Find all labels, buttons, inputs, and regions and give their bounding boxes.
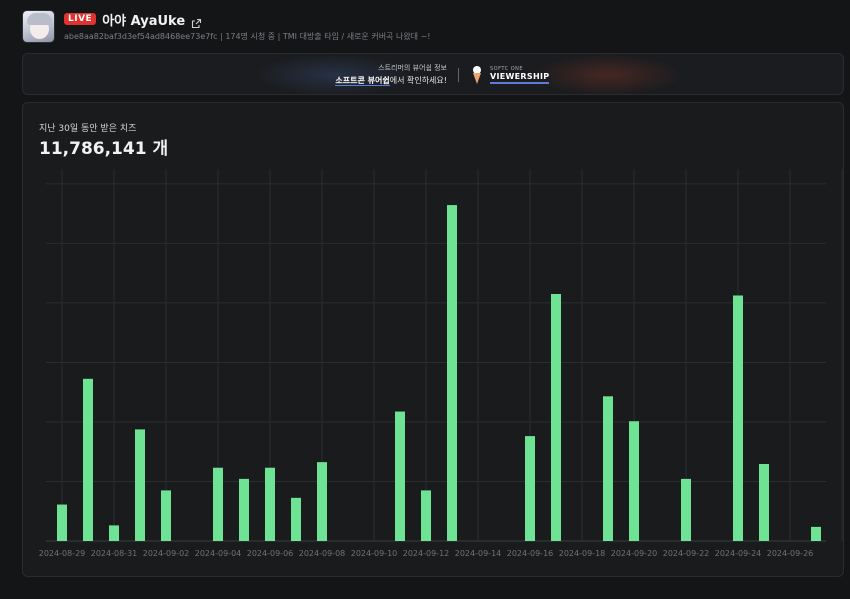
x-tick-label: 2024-09-06 bbox=[247, 549, 294, 558]
x-tick-label: 2024-09-18 bbox=[559, 549, 606, 558]
bar-2024-09-02[interactable] bbox=[161, 490, 171, 541]
bar-2024-09-08[interactable] bbox=[317, 462, 327, 541]
x-tick-label: 2024-09-02 bbox=[143, 549, 190, 558]
x-tick-label: 2024-09-26 bbox=[767, 549, 814, 558]
bar-2024-09-01[interactable] bbox=[135, 429, 145, 541]
channel-header: LIVE 아야 AyaUke abe8aa82baf3d3ef54ad8468e… bbox=[22, 10, 431, 44]
live-badge: LIVE bbox=[64, 13, 97, 25]
banner-text: 스트리머의 뷰어쉽 정보 소프트콘 뷰어쉽에서 확인하세요! bbox=[323, 63, 447, 86]
banner-divider bbox=[458, 68, 459, 82]
banner-glow bbox=[533, 54, 683, 94]
x-tick-label: 2024-09-08 bbox=[299, 549, 346, 558]
x-tick-label: 2024-09-16 bbox=[507, 549, 554, 558]
bar-2024-09-11[interactable] bbox=[395, 411, 405, 541]
bar-2024-09-12[interactable] bbox=[421, 490, 431, 541]
x-tick-label: 2024-09-12 bbox=[403, 549, 450, 558]
bar-2024-09-07[interactable] bbox=[291, 497, 301, 541]
bar-2024-08-29[interactable] bbox=[57, 504, 67, 541]
bar-2024-08-31[interactable] bbox=[109, 525, 119, 541]
viewership-banner[interactable]: 스트리머의 뷰어쉽 정보 소프트콘 뷰어쉽에서 확인하세요! SOFTC ONE… bbox=[22, 53, 844, 95]
bar-2024-09-20[interactable] bbox=[629, 421, 639, 541]
banner-line1: 스트리머의 뷰어쉽 정보 bbox=[378, 64, 447, 72]
bar-2024-09-16[interactable] bbox=[525, 436, 535, 541]
avatar[interactable] bbox=[22, 10, 55, 43]
x-tick-label: 2024-09-24 bbox=[715, 549, 762, 558]
banner-line2-rest: 에서 확인하세요! bbox=[389, 76, 447, 85]
channel-name[interactable]: 아야 AyaUke bbox=[102, 10, 185, 29]
cheese-bar-chart: 2024-08-29 2024-08-31 2024-09-02 2024-09-04… bbox=[39, 169, 843, 558]
x-tick-label: 2024-09-14 bbox=[455, 549, 502, 558]
bar-2024-09-17[interactable] bbox=[551, 293, 561, 541]
external-link-icon[interactable] bbox=[191, 14, 202, 28]
title-row: LIVE 아야 AyaUke bbox=[64, 10, 431, 29]
banner-highlight: 소프트콘 뷰어쉽 bbox=[335, 76, 390, 86]
bar-2024-09-04[interactable] bbox=[213, 467, 223, 541]
ice-cream-logo-icon bbox=[473, 66, 481, 84]
banner-line2: 소프트콘 뷰어쉽에서 확인하세요! bbox=[323, 75, 447, 86]
cheese-chart-card: 지난 30일 동안 받은 치즈 11,786,141 개 2024-08-29 2… bbox=[22, 102, 844, 577]
bar-2024-09-25[interactable] bbox=[759, 463, 769, 541]
channel-meta: LIVE 아야 AyaUke abe8aa82baf3d3ef54ad8468e… bbox=[64, 10, 431, 42]
bar-2024-09-13[interactable] bbox=[447, 205, 457, 542]
x-tick-label: 2024-09-04 bbox=[195, 549, 242, 558]
x-tick-label: 2024-09-10 bbox=[351, 549, 398, 558]
bar-2024-09-05[interactable] bbox=[239, 478, 249, 541]
bar-2024-09-06[interactable] bbox=[265, 467, 275, 541]
stream-info: abe8aa82baf3d3ef54ad8468ee73e7fc | 174명 … bbox=[64, 32, 431, 41]
x-tick-label: 2024-09-22 bbox=[663, 549, 710, 558]
bar-2024-09-22[interactable] bbox=[681, 478, 691, 541]
bar-2024-08-30[interactable] bbox=[83, 378, 93, 541]
x-tick-label: 2024-09-20 bbox=[611, 549, 658, 558]
x-tick-label: 2024-08-29 bbox=[39, 549, 86, 558]
bar-2024-09-27[interactable] bbox=[811, 526, 821, 541]
bar-2024-09-24[interactable] bbox=[733, 295, 743, 541]
x-tick-label: 2024-08-31 bbox=[91, 549, 138, 558]
brand-wordmark: VIEWERSHIP bbox=[490, 72, 550, 84]
bar-2024-09-19[interactable] bbox=[603, 396, 613, 541]
